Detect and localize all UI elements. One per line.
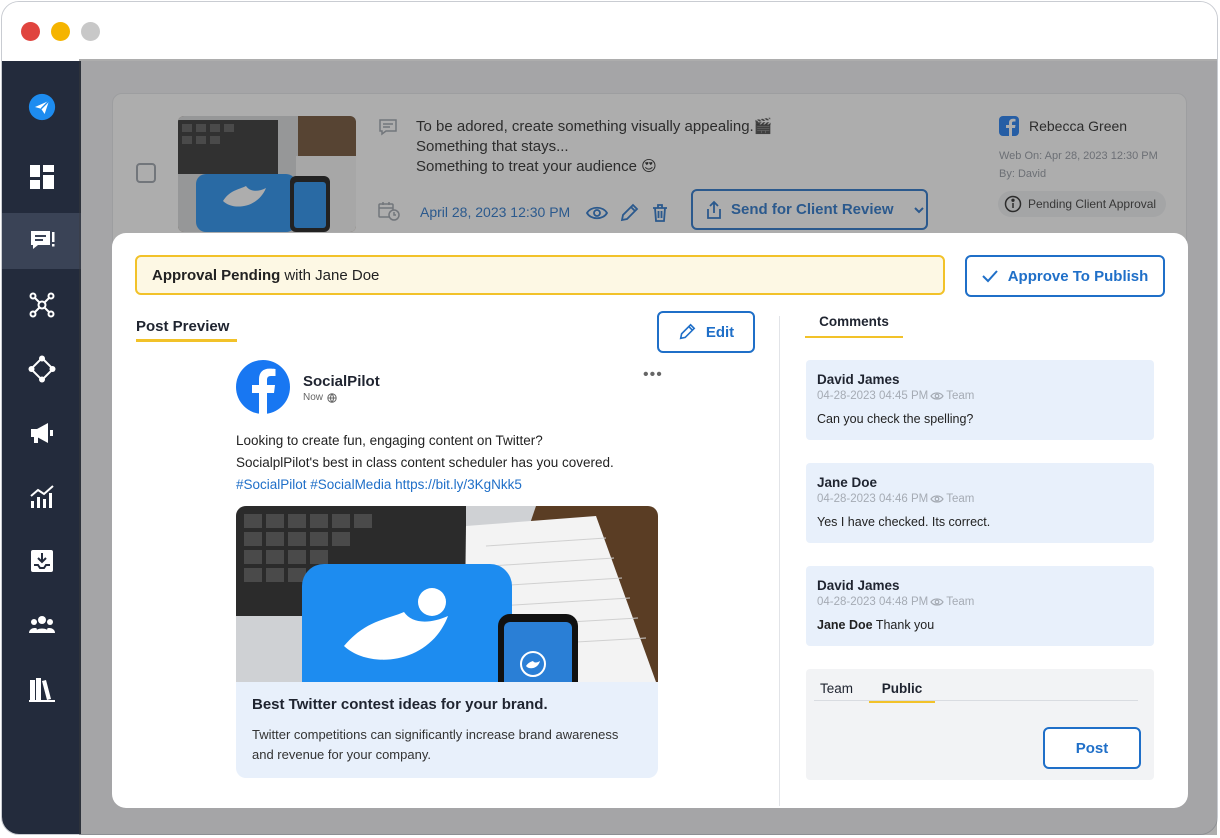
zoom-window-button[interactable] xyxy=(81,22,100,41)
facebook-page-avatar xyxy=(236,360,290,414)
comment-meta: 04-28-2023 04:48 PM Team xyxy=(817,596,975,608)
sidebar-item-dashboard[interactable] xyxy=(2,149,81,205)
minimize-window-button[interactable] xyxy=(51,22,70,41)
dashboard-icon xyxy=(29,165,54,189)
network-icon xyxy=(29,292,54,318)
post-body: Looking to create fun, engaging content … xyxy=(236,430,656,496)
megaphone-icon xyxy=(30,423,53,443)
comment-text: Can you check the spelling? xyxy=(817,412,974,426)
sidebar-item-library[interactable] xyxy=(2,661,81,717)
sidebar-item-home[interactable] xyxy=(2,79,81,135)
comment-author: David James xyxy=(817,578,900,593)
sidebar-item-analytics[interactable] xyxy=(2,469,81,525)
eye-icon xyxy=(930,598,944,606)
comment-item: David James 04-28-2023 04:48 PM Team Jan… xyxy=(806,566,1154,646)
connections-icon xyxy=(28,355,55,383)
reply-tab-team[interactable]: Team xyxy=(820,681,853,701)
comment-meta: 04-28-2023 04:45 PM Team xyxy=(817,390,975,402)
sidebar-item-team[interactable] xyxy=(2,597,81,653)
page-name: SocialPilot xyxy=(303,373,380,390)
approval-message-icon xyxy=(30,231,54,249)
comment-author: David James xyxy=(817,372,900,387)
approval-status-label: Approval Pending xyxy=(152,266,281,284)
comment-reply-box[interactable]: Team Public Post xyxy=(806,669,1154,780)
tab-post-preview[interactable]: Post Preview xyxy=(136,318,237,342)
sidebar-item-connections[interactable] xyxy=(2,341,81,397)
post-comment-button[interactable]: Post xyxy=(1043,727,1141,769)
post-hashtags-link: #SocialPilot #SocialMedia https://bit.ly… xyxy=(236,477,522,492)
pencil-icon xyxy=(679,323,696,340)
close-window-button[interactable] xyxy=(21,22,40,41)
comment-author: Jane Doe xyxy=(817,475,878,490)
sidebar-item-approvals[interactable] xyxy=(2,213,81,269)
link-preview-card[interactable]: Best Twitter contest ideas for your bran… xyxy=(236,682,658,778)
reply-tab-divider xyxy=(814,700,1138,701)
eye-icon xyxy=(930,392,944,400)
approve-to-publish-button[interactable]: Approve To Publish xyxy=(965,255,1165,297)
link-title: Best Twitter contest ideas for your bran… xyxy=(252,696,548,713)
library-icon xyxy=(28,678,55,702)
sidebar-item-downloads[interactable] xyxy=(2,533,81,589)
link-description: Twitter competitions can significantly i… xyxy=(252,727,619,762)
post-timestamp: Now xyxy=(303,392,337,403)
approval-pending-banner: Approval Pending with Jane Doe xyxy=(135,255,945,295)
inbox-download-icon xyxy=(30,550,53,572)
comment-item: David James 04-28-2023 04:45 PM Team Can… xyxy=(806,360,1154,440)
eye-icon xyxy=(930,495,944,503)
comment-item: Jane Doe 04-28-2023 04:46 PM Team Yes I … xyxy=(806,463,1154,543)
comment-meta: 04-28-2023 04:46 PM Team xyxy=(817,493,975,505)
approver-label: with Jane Doe xyxy=(284,266,380,284)
team-icon xyxy=(28,616,55,633)
sidebar xyxy=(2,61,81,834)
edit-button[interactable]: Edit xyxy=(657,311,755,353)
more-options-icon[interactable]: ••• xyxy=(643,366,663,384)
comment-text: Yes I have checked. Its correct. xyxy=(817,515,991,529)
paper-plane-icon xyxy=(28,93,55,121)
tab-comments[interactable]: Comments xyxy=(805,314,903,338)
analytics-icon xyxy=(29,485,54,508)
sidebar-item-campaigns[interactable] xyxy=(2,405,81,461)
post-image xyxy=(236,506,658,682)
panel-divider xyxy=(779,316,780,806)
check-icon xyxy=(982,270,998,283)
comment-mention: Jane Doe xyxy=(817,618,873,632)
globe-icon xyxy=(327,392,337,403)
comment-text: Jane Doe Thank you xyxy=(817,618,935,632)
sidebar-item-network[interactable] xyxy=(2,277,81,333)
title-bar xyxy=(2,2,1217,61)
